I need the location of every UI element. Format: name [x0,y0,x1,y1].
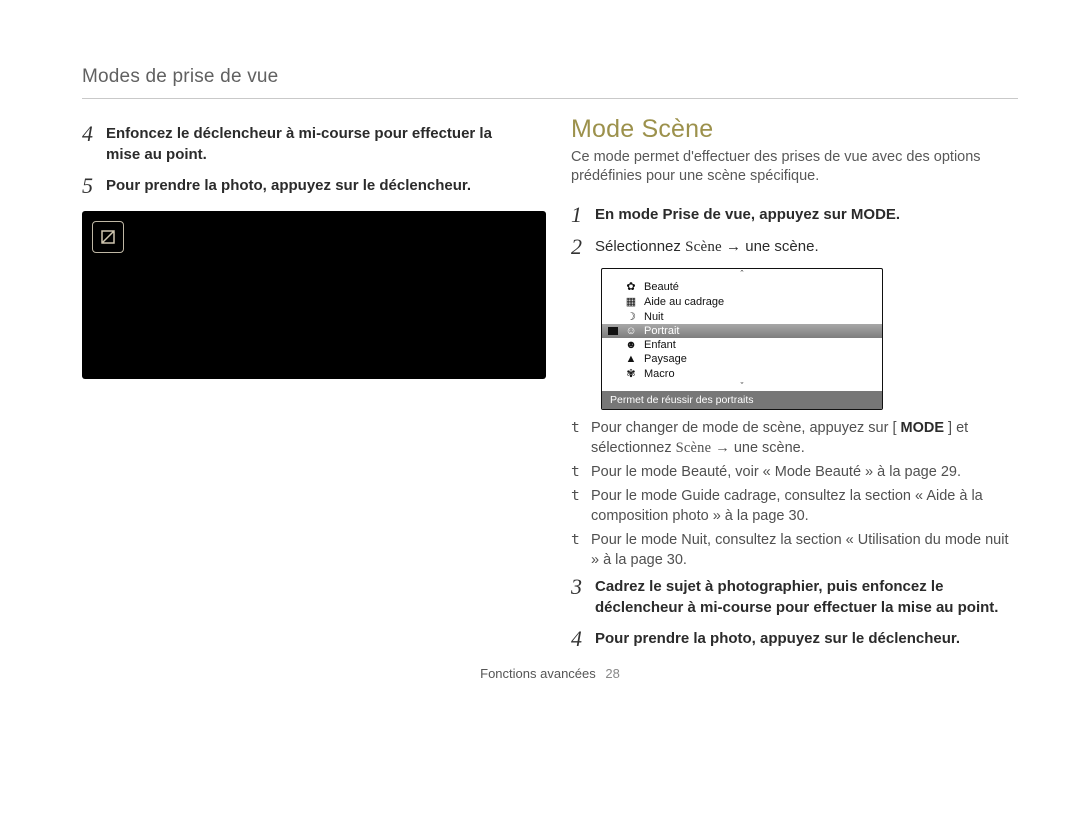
scene-item-label: Paysage [644,353,687,365]
note-icon [92,221,124,253]
step-text: Pour prendre la photo, appuyez sur le dé… [595,628,1018,649]
step-number: 3 [571,576,595,598]
step-number: 5 [82,175,106,197]
scene-menu-footer: Permet de réussir des portraits [602,391,882,409]
section-name: Fonctions avancées [480,666,596,681]
left-column: 4 Enfoncez le déclencheur à mi-course po… [82,117,529,379]
chevron-up-icon: ˆ [602,269,882,279]
scene-item-label: Nuit [644,311,664,323]
step-text: Sélectionnez Scène → une scène. [595,236,1018,258]
step-1: 1 En mode Prise de vue, appuyez sur MODE… [571,204,1018,226]
step-text: En mode Prise de vue, appuyez sur MODE. [595,204,1018,225]
step-number: 1 [571,204,595,226]
step-number: 4 [82,123,106,145]
beauty-icon: ✿ [624,280,638,293]
page-footer: Fonctions avancées 28 [82,666,1018,681]
scene-item-label: Enfant [644,339,676,351]
scene-item-macro[interactable]: ✾ Macro [602,366,882,381]
frame-guide-icon: ▦ [624,295,638,308]
night-icon: ☽ [624,310,638,323]
bullet-marker: t [571,418,581,458]
step-4-left: 4 Enfoncez le déclencheur à mi-course po… [82,123,529,165]
list-item: t Pour le mode Nuit, consultez la sectio… [571,530,1018,570]
list-item: t Pour le mode Beauté, voir « Mode Beaut… [571,462,1018,482]
step-number: 4 [571,628,595,650]
step-text: Pour prendre la photo, appuyez sur le dé… [106,175,529,196]
bullet-marker: t [571,486,581,526]
scene-menu: ˆ ✿ Beauté ▦ Aide au cadrage ☽ Nuit ☺ Po… [601,268,883,410]
section-heading: Mode Scène [571,115,1018,144]
page-number: 28 [605,666,619,681]
scene-item-label: Portrait [644,325,679,337]
child-icon: ☻ [624,339,638,351]
scene-item-label: Beauté [644,281,679,293]
note-box [82,211,546,379]
step-number: 2 [571,236,595,258]
right-column: Mode Scène Ce mode permet d'effectuer de… [571,117,1018,660]
running-header: Modes de prise de vue [82,66,1018,88]
step-3: 3 Cadrez le sujet à photographier, puis … [571,576,1018,618]
scene-item-beaute[interactable]: ✿ Beauté [602,279,882,294]
portrait-icon: ☺ [624,325,638,337]
step-4-right: 4 Pour prendre la photo, appuyez sur le … [571,628,1018,650]
list-item: t Pour le mode Guide cadrage, consultez … [571,486,1018,526]
list-item: t Pour changer de mode de scène, appuyez… [571,418,1018,458]
scene-item-label: Aide au cadrage [644,296,724,308]
chevron-down-icon: ˇ [602,381,882,391]
landscape-icon: ▲ [624,353,638,365]
step-2: 2 Sélectionnez Scène → une scène. [571,236,1018,258]
scene-item-paysage[interactable]: ▲ Paysage [602,352,882,366]
scene-item-portrait[interactable]: ☺ Portrait [602,324,882,338]
scene-item-nuit[interactable]: ☽ Nuit [602,309,882,324]
scene-item-label: Macro [644,368,675,380]
step-text: Cadrez le sujet à photographier, puis en… [595,576,1018,618]
macro-icon: ✾ [624,367,638,380]
step-text: Enfoncez le déclencheur à mi-course pour… [106,123,529,165]
notes-list: t Pour changer de mode de scène, appuyez… [571,418,1018,570]
bullet-marker: t [571,462,581,482]
step-5-left: 5 Pour prendre la photo, appuyez sur le … [82,175,529,197]
divider [82,98,1018,99]
scene-item-aide-cadrage[interactable]: ▦ Aide au cadrage [602,294,882,309]
intro-paragraph: Ce mode permet d'effectuer des prises de… [571,148,1018,186]
scene-item-enfant[interactable]: ☻ Enfant [602,338,882,352]
bullet-marker: t [571,530,581,570]
